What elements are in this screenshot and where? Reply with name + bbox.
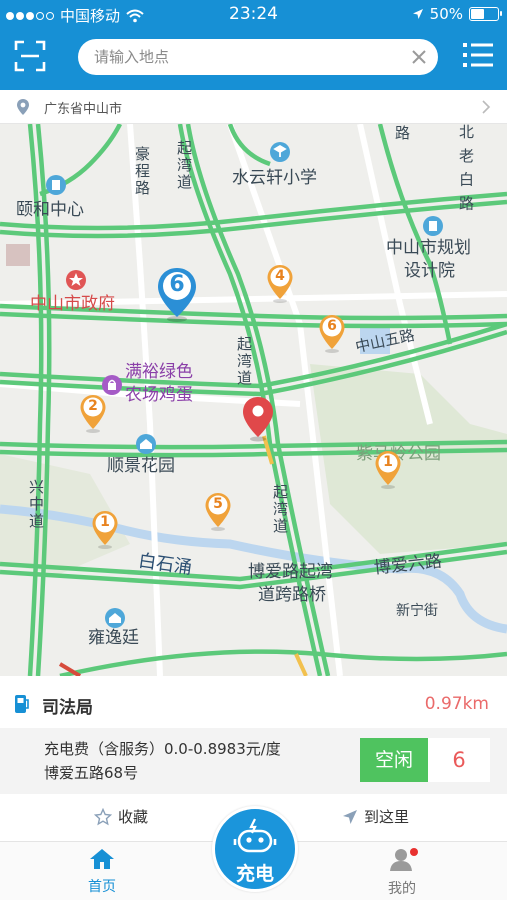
marker-count: 2: [88, 398, 98, 414]
station-marker[interactable]: 2: [79, 394, 107, 434]
star-icon: [94, 807, 112, 825]
map-label: 满裕绿色: [125, 362, 193, 382]
available-count: 6: [452, 748, 466, 772]
current-city: 广东省中山市: [44, 102, 123, 117]
map-label: 豪程路: [133, 146, 151, 197]
station-name: 司法局: [42, 698, 93, 718]
location-bar[interactable]: 广东省中山市: [0, 90, 507, 124]
map-view[interactable]: 水云轩小学 颐和中心 豪程路 起湾道 中山市规划 设计院 中山市政府 中山五路 …: [0, 124, 507, 676]
location-arrow-icon: [412, 9, 423, 19]
navigate-label: 到这里: [364, 808, 410, 826]
shop-poi-icon: [102, 375, 122, 395]
navigate-button[interactable]: 到这里: [342, 806, 409, 827]
list-menu-icon[interactable]: [463, 42, 493, 68]
marker-count: 6: [169, 272, 185, 297]
search-input[interactable]: [94, 45, 394, 69]
station-fee: 充电费（含服务）0.0-0.8983元/度: [44, 740, 281, 758]
station-marker[interactable]: 1: [91, 510, 119, 550]
map-label: 起湾道: [271, 484, 289, 535]
map-label: 水云轩小学: [232, 168, 317, 188]
favorite-label: 收藏: [118, 808, 149, 826]
station-marker[interactable]: 1: [374, 450, 402, 490]
status-right: 50%: [412, 5, 502, 23]
charging-pile-icon: [15, 695, 29, 713]
residence-poi-icon: [105, 608, 125, 628]
marker-count: 6: [327, 318, 337, 334]
status-badge: 空闲: [360, 738, 428, 782]
map-label: 起湾道: [175, 140, 193, 191]
tab-home[interactable]: 首页: [62, 848, 142, 896]
map-label: 博爱路起湾: [248, 562, 333, 582]
status-bar: 中国移动 23:24 50%: [0, 0, 507, 30]
map-label: 颐和中心: [16, 200, 84, 220]
map-label: 雍逸廷: [88, 628, 139, 648]
station-marker[interactable]: 4: [266, 264, 294, 304]
school-poi-icon: [270, 142, 290, 162]
scan-icon[interactable]: [14, 40, 46, 72]
marker-count: 1: [383, 454, 393, 470]
favorite-button[interactable]: 收藏: [94, 806, 148, 827]
map-label: 起湾道: [235, 336, 253, 387]
charge-label: 充电: [235, 863, 274, 885]
station-info: 充电费（含服务）0.0-0.8983元/度 博爱五路68号 空闲 6: [0, 728, 507, 794]
current-location-pin-icon: [243, 397, 273, 442]
map-label: 北 老 白 路: [457, 124, 475, 213]
residence-poi-icon: [136, 434, 156, 454]
station-address: 博爱五路68号: [44, 764, 139, 782]
map-label: 兴中道: [27, 479, 45, 530]
battery-percent: 50%: [429, 5, 463, 23]
government-poi-icon: [66, 270, 86, 290]
map-label: 路: [395, 124, 411, 142]
building-poi-icon: [46, 175, 66, 195]
station-distance: 0.97km: [424, 694, 489, 714]
clear-icon[interactable]: [410, 48, 428, 66]
marker-count: 5: [213, 496, 223, 512]
tab-mine[interactable]: 我的: [362, 848, 442, 898]
availability-badge: 空闲 6: [360, 738, 490, 782]
chevron-right-icon[interactable]: [481, 99, 491, 115]
tab-home-label: 首页: [88, 879, 116, 895]
map-label: 中山市政府: [30, 294, 115, 314]
map-label: 农场鸡蛋: [125, 385, 193, 405]
tab-mine-label: 我的: [388, 881, 416, 897]
map-label: 中山市规划: [386, 238, 471, 258]
map-label: 新宁街: [396, 603, 438, 619]
marker-count: 1: [100, 514, 110, 530]
battery-icon: [469, 7, 502, 21]
station-title-row: 司法局 0.97km: [0, 676, 507, 730]
map-label: 道跨路桥: [258, 585, 326, 605]
station-marker-selected[interactable]: 6: [156, 267, 198, 323]
station-marker[interactable]: 6: [318, 314, 346, 354]
building-poi-icon: [423, 216, 443, 236]
location-pin-icon: [17, 99, 29, 115]
top-bar: 中国移动 23:24 50%: [0, 0, 507, 90]
notification-dot: [410, 848, 418, 856]
home-icon: [90, 849, 114, 869]
map-label: 顺景花园: [107, 456, 175, 476]
navigation-arrow-icon: [343, 809, 357, 824]
charge-button[interactable]: 充电: [212, 806, 298, 892]
marker-count: 4: [275, 268, 285, 284]
station-marker[interactable]: 5: [204, 492, 232, 532]
search-box[interactable]: [78, 39, 438, 75]
charger-robot-icon: [233, 818, 277, 853]
map-label: 设计院: [404, 261, 455, 281]
